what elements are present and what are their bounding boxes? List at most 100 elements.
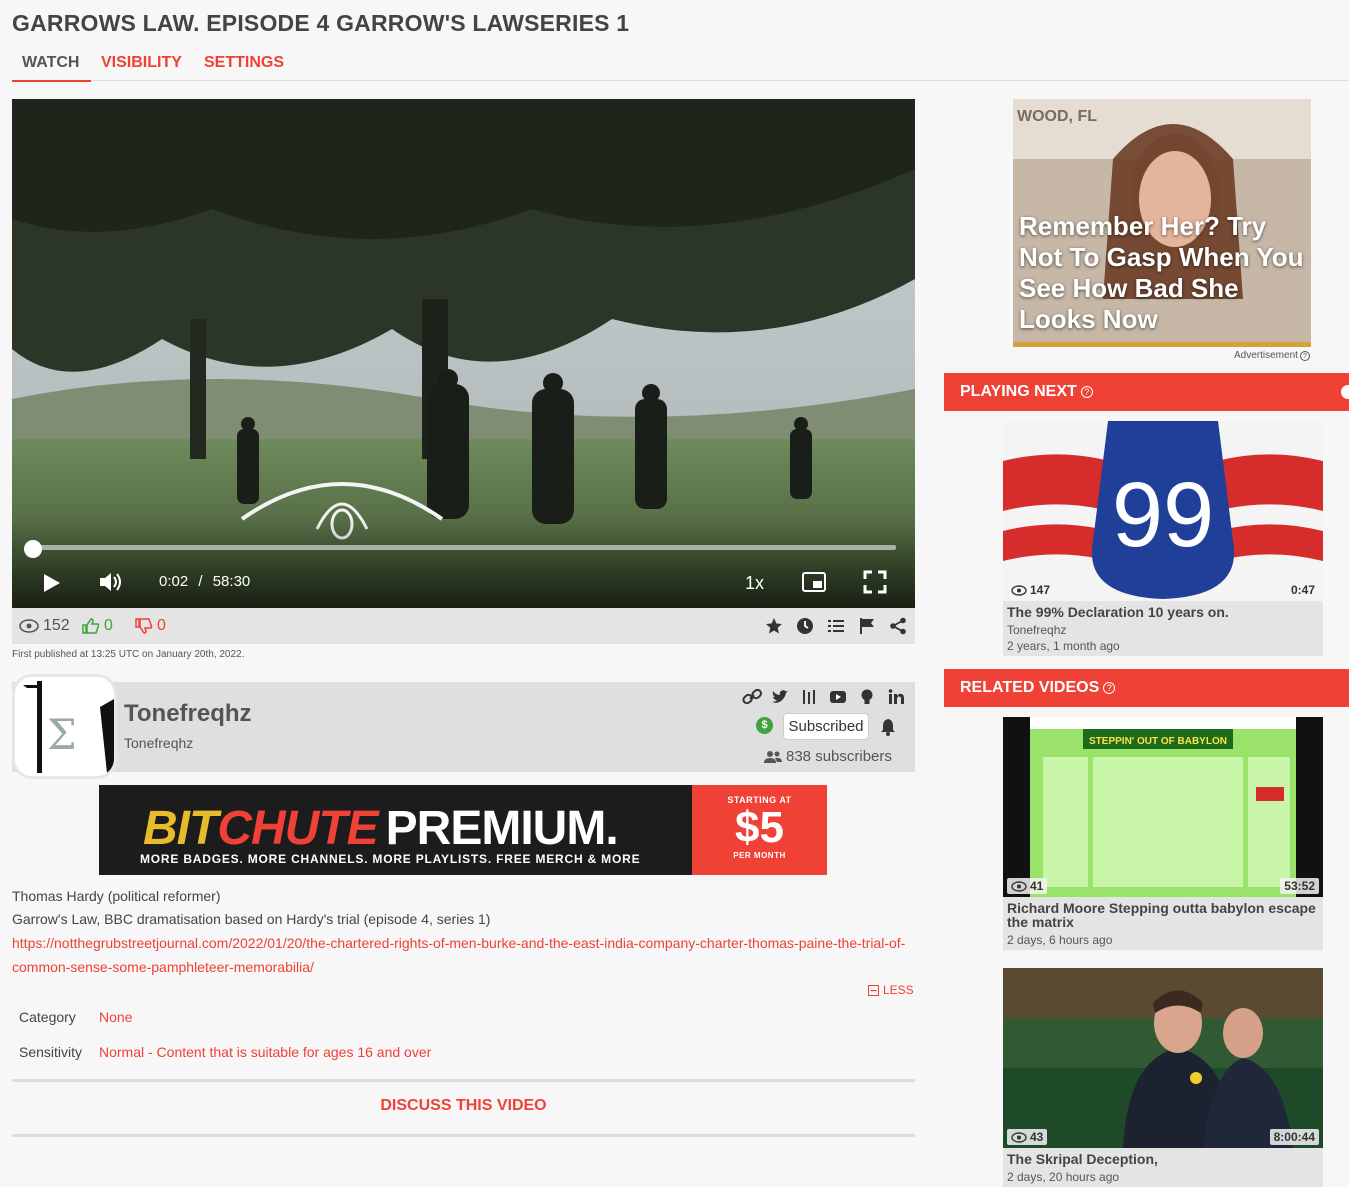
playing-next-header: PLAYING NEXT?: [944, 373, 1349, 411]
question-icon[interactable]: ?: [1299, 350, 1310, 361]
tab-bar: WATCH VISIBILITY SETTINGS: [11, 54, 1349, 82]
thumbnail-duration: 0:47: [1286, 582, 1319, 598]
related-videos-title: RELATED VIDEOS: [960, 679, 1100, 696]
divider: [12, 1134, 915, 1137]
premium-tagline: MORE BADGES. MORE CHANNELS. MORE PLAYLIS…: [140, 852, 641, 866]
thumbnail-image: [1003, 968, 1323, 1148]
video-title[interactable]: The 99% Declaration 10 years on.: [1003, 601, 1323, 619]
ad-headline[interactable]: Remember Her? Try Not To Gasp When You S…: [1019, 211, 1309, 335]
eye-icon: [19, 619, 39, 633]
video-age: 2 days, 6 hours ago: [1007, 933, 1113, 947]
controls-backdrop: [12, 518, 915, 608]
description-line-2: Garrow's Law, BBC dramatisation based on…: [12, 911, 491, 927]
video-title[interactable]: The Skripal Deception,: [1003, 1148, 1323, 1166]
share-icon[interactable]: [889, 617, 907, 635]
related-videos-header: RELATED VIDEOS?: [944, 669, 1349, 707]
svg-text:Σ: Σ: [47, 710, 77, 759]
eye-icon: [1011, 1131, 1027, 1143]
page-title: GARROWS LAW. EPISODE 4 GARROW'S LAWSERIE…: [12, 10, 630, 36]
subscriber-count: 838 subscribers: [764, 748, 892, 765]
logo-premium: PREMIUM.: [385, 802, 619, 855]
related-video-card[interactable]: STEPPIN' OUT OF BABYLON 41 53:52 Richard…: [1003, 717, 1323, 950]
watch-later-clock-icon[interactable]: [796, 617, 814, 635]
category-label: Category: [19, 1009, 76, 1025]
channel-social-links: [742, 688, 905, 706]
picture-in-picture-icon[interactable]: [802, 571, 826, 598]
notification-bell-icon[interactable]: [879, 718, 897, 741]
subscribe-button[interactable]: Subscribed: [783, 713, 869, 740]
view-count: 152: [19, 617, 70, 635]
flag-icon[interactable]: [858, 617, 876, 635]
discuss-video-button[interactable]: DISCUSS THIS VIDEO: [12, 1097, 915, 1115]
play-icon[interactable]: [42, 573, 62, 598]
thumbnail-view-count: 41: [1007, 878, 1048, 894]
bitchute-premium-banner[interactable]: BITCHUTE PREMIUM. MORE BADGES. MORE CHANN…: [99, 785, 827, 875]
favorite-star-icon[interactable]: [765, 617, 783, 635]
video-player[interactable]: 0:02 / 58:30 1x: [12, 99, 915, 608]
twitter-icon[interactable]: [771, 688, 789, 706]
collapse-minus-icon: [868, 984, 879, 996]
video-title[interactable]: Richard Moore Stepping outta babylon esc…: [1003, 897, 1323, 929]
help-icon[interactable]: ?: [1080, 385, 1093, 398]
tab-settings[interactable]: SETTINGS: [204, 54, 284, 81]
thumbnail-view-count: 147: [1007, 582, 1055, 598]
thumbs-down-icon: [135, 618, 153, 634]
description-line-1: Thomas Hardy (political reformer): [12, 888, 221, 904]
volume-icon[interactable]: [98, 571, 124, 598]
advertisement-banner[interactable]: WOOD, FL Remember Her? Try Not To Gasp W…: [1013, 99, 1311, 347]
channel-avatar[interactable]: Σ: [12, 674, 117, 779]
progress-bar[interactable]: [32, 545, 896, 550]
related-video-card[interactable]: 43 8:00:44 The Skripal Deception, 2 days…: [1003, 968, 1323, 1187]
channel-owner[interactable]: Tonefreqhz: [124, 735, 193, 751]
channel-name[interactable]: Tonefreqhz: [124, 700, 252, 728]
subscriber-count-text: 838 subscribers: [786, 748, 892, 765]
premium-logo: BITCHUTE PREMIUM.: [143, 801, 619, 856]
playing-next-title: PLAYING NEXT: [960, 383, 1077, 400]
help-icon[interactable]: ?: [1103, 681, 1116, 694]
video-age: 2 years, 1 month ago: [1007, 639, 1120, 653]
description-link[interactable]: https://notthegrubstreetjournal.com/2022…: [12, 931, 922, 979]
time-display: 0:02 / 58:30: [159, 573, 250, 590]
per-month-label: PER MONTH: [733, 851, 786, 860]
linkedin-icon[interactable]: [887, 688, 905, 706]
video-thumbnail[interactable]: 43 8:00:44: [1003, 968, 1323, 1148]
price-value: $5: [735, 803, 784, 852]
like-button[interactable]: 0: [82, 617, 113, 635]
thumbnail-99-text: 99: [1112, 464, 1214, 566]
category-value[interactable]: None: [99, 1009, 132, 1025]
tab-visibility[interactable]: VISIBILITY: [101, 54, 182, 81]
logo-chute: CHUTE: [217, 802, 378, 855]
progress-thumb[interactable]: [23, 540, 42, 558]
views-value: 43: [1030, 1130, 1044, 1144]
sensitivity-value[interactable]: Normal - Content that is suitable for ag…: [99, 1044, 431, 1060]
video-thumbnail[interactable]: 99 147 0:47: [1003, 421, 1323, 601]
divider: [12, 1079, 915, 1082]
youtube-icon[interactable]: [829, 688, 847, 706]
advertisement-label: Advertisement ?: [1234, 350, 1310, 361]
less-toggle-button[interactable]: LESS: [868, 983, 914, 997]
current-time: 0:02: [159, 573, 189, 590]
dislike-button[interactable]: 0: [135, 617, 166, 635]
minds-icon[interactable]: [800, 688, 818, 706]
video-thumbnail[interactable]: STEPPIN' OUT OF BABYLON 41 53:52: [1003, 717, 1323, 897]
video-age: 2 days, 20 hours ago: [1007, 1170, 1120, 1184]
duration: 58:30: [212, 573, 251, 590]
advertisement-text: Advertisement: [1234, 350, 1298, 361]
thumbnail-view-count: 43: [1007, 1129, 1048, 1145]
less-label: LESS: [883, 983, 914, 997]
like-count: 0: [104, 617, 113, 634]
link-icon[interactable]: [742, 688, 762, 706]
premium-price-box: STARTING AT $5 PER MONTH: [692, 785, 827, 875]
fullscreen-icon[interactable]: [863, 570, 887, 599]
autoplay-toggle[interactable]: [1339, 383, 1349, 401]
thumbs-up-icon: [82, 618, 100, 634]
playing-next-card[interactable]: 99 147 0:47 The 99% Declaration 10 years…: [1003, 421, 1323, 656]
dislike-count: 0: [157, 617, 166, 634]
playback-speed-button[interactable]: 1x: [745, 573, 764, 594]
tip-dollar-icon[interactable]: $: [756, 717, 773, 734]
video-channel[interactable]: Tonefreqhz: [1003, 619, 1323, 637]
tab-watch[interactable]: WATCH: [11, 54, 93, 82]
lightbulb-icon[interactable]: [858, 688, 876, 706]
playlist-icon[interactable]: [827, 617, 845, 635]
eye-icon: [1011, 584, 1027, 596]
